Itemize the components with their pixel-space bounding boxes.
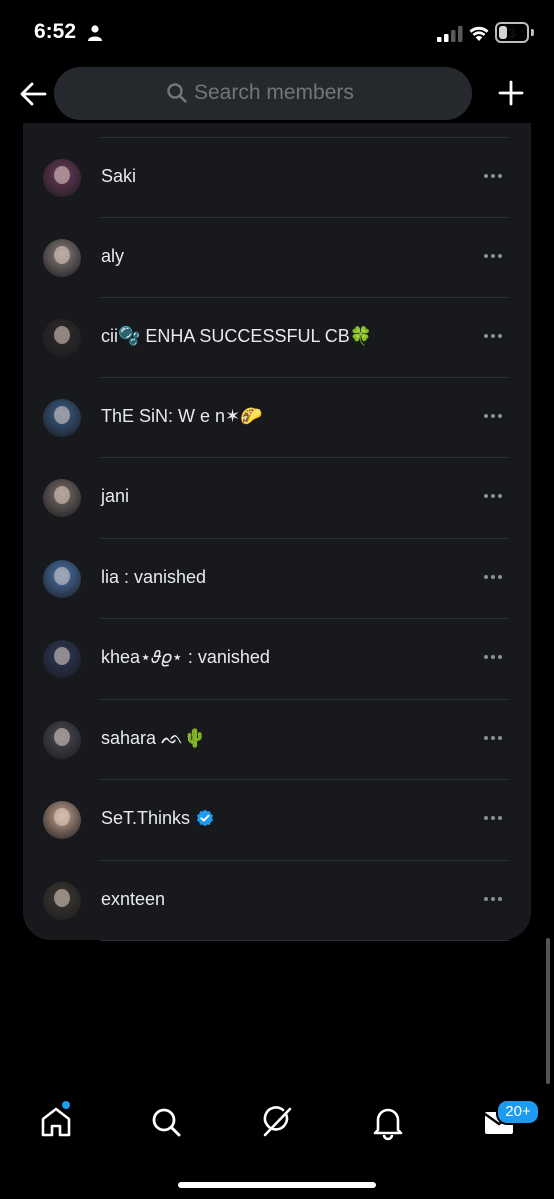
member-name: khea⋆𝜗𝜚⋆ : vanished — [101, 647, 270, 667]
search-input[interactable]: Search members — [54, 67, 472, 120]
avatar[interactable] — [43, 479, 81, 517]
list-divider — [100, 940, 509, 941]
member-row[interactable]: Saki — [23, 138, 531, 218]
more-options-icon[interactable] — [484, 736, 504, 742]
search-icon — [167, 83, 187, 103]
more-options-icon[interactable] — [484, 254, 504, 260]
battery-percentage: 3 — [508, 25, 516, 41]
avatar[interactable] — [43, 319, 81, 357]
member-row[interactable]: jani — [23, 458, 531, 538]
more-options-icon[interactable] — [484, 655, 504, 661]
member-name: exnteen — [101, 889, 166, 909]
member-name: lia : vanished — [101, 567, 207, 587]
back-arrow-icon[interactable] — [18, 79, 48, 109]
avatar[interactable] — [43, 801, 81, 839]
member-row[interactable]: exnteen — [23, 861, 531, 941]
add-member-icon[interactable] — [497, 79, 525, 107]
cellular-signal-icon — [437, 26, 463, 42]
members-list: Saki aly cii🫧 ENHA SUCCESSFUL CB🍀 ThE Si… — [23, 123, 531, 941]
member-name: Saki — [101, 166, 137, 186]
member-row[interactable]: khea⋆𝜗𝜚⋆ : vanished — [23, 619, 531, 699]
scrollbar[interactable] — [546, 938, 550, 1084]
wifi-icon — [469, 26, 489, 41]
search-placeholder: Search members — [194, 81, 354, 104]
member-row[interactable]: aly — [23, 218, 531, 298]
more-options-icon[interactable] — [484, 494, 504, 500]
avatar[interactable] — [43, 399, 81, 437]
avatar[interactable] — [43, 721, 81, 759]
member-row[interactable]: lia : vanished — [23, 539, 531, 619]
avatar[interactable] — [43, 239, 81, 277]
member-row[interactable]: cii🫧 ENHA SUCCESSFUL CB🍀 — [23, 298, 531, 378]
messages-badge: 20+ — [496, 1099, 540, 1125]
member-name: sahara ᨒ🌵 — [101, 728, 206, 748]
search-tab-icon[interactable] — [146, 1102, 186, 1142]
member-name: jani — [101, 486, 130, 506]
person-icon — [88, 25, 102, 41]
notifications-bell-icon[interactable] — [368, 1102, 408, 1142]
more-options-icon[interactable] — [484, 174, 504, 180]
avatar[interactable] — [43, 640, 81, 678]
more-options-icon[interactable] — [484, 897, 504, 903]
member-name: aly — [101, 246, 125, 266]
more-options-icon[interactable] — [484, 334, 504, 340]
home-indicator — [178, 1182, 376, 1188]
avatar[interactable] — [43, 560, 81, 598]
more-options-icon[interactable] — [484, 575, 504, 581]
battery-icon: 3 — [495, 22, 529, 43]
status-time: 6:52 — [34, 20, 77, 43]
member-row[interactable]: ThE SiN: W e n✶🌮 — [23, 378, 531, 458]
grok-icon[interactable] — [257, 1102, 297, 1142]
verified-badge-icon — [197, 809, 214, 827]
more-options-icon[interactable] — [484, 816, 504, 822]
home-icon[interactable] — [36, 1102, 76, 1142]
member-name-row: SeT.Thinks — [101, 808, 214, 829]
avatar[interactable] — [43, 159, 81, 197]
member-row[interactable]: SeT.Thinks — [23, 780, 531, 860]
home-notification-dot — [62, 1101, 70, 1109]
avatar[interactable] — [43, 882, 81, 920]
member-name: cii🫧 ENHA SUCCESSFUL CB🍀 — [101, 326, 373, 346]
more-options-icon[interactable] — [484, 414, 504, 420]
battery-tip — [531, 29, 534, 36]
member-row[interactable]: sahara ᨒ🌵 — [23, 700, 531, 780]
member-name: ThE SiN: W e n✶🌮 — [101, 406, 263, 426]
status-bar: 6:52 3 — [0, 0, 554, 62]
member-name: SeT.Thinks — [101, 808, 191, 828]
